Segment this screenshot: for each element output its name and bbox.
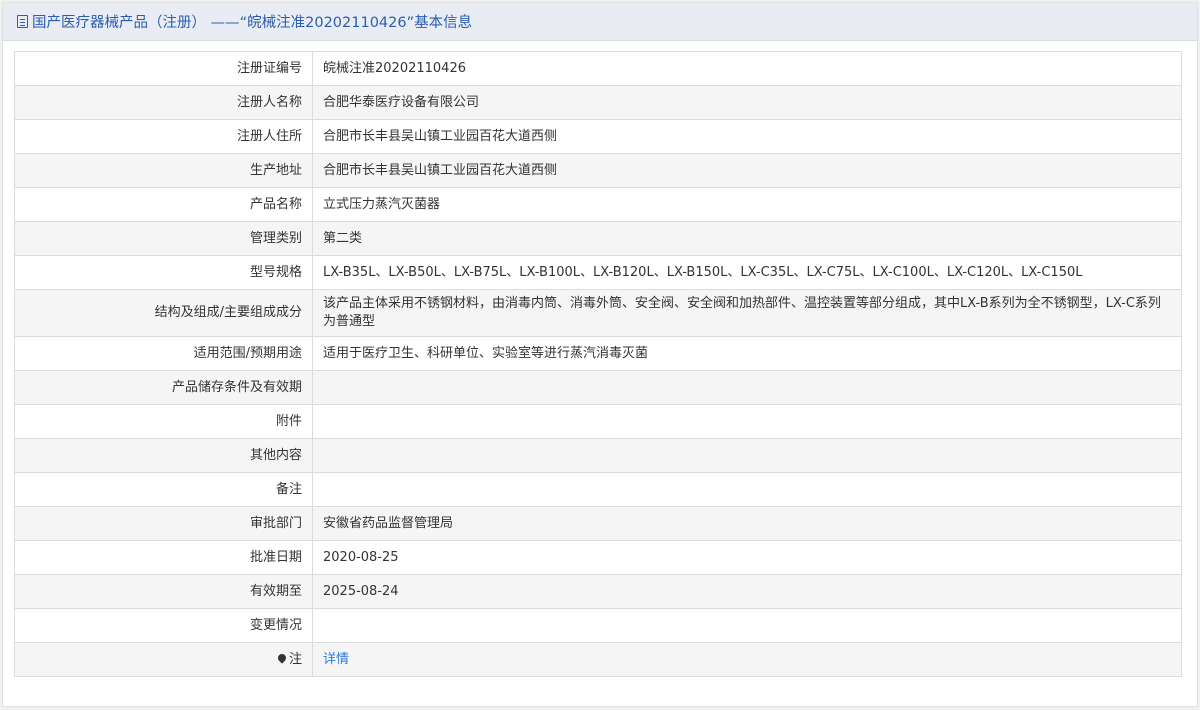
table-row: 附件: [14, 404, 1182, 439]
row-value: 适用于医疗卫生、科研单位、实验室等进行蒸汽消毒灭菌: [312, 336, 1182, 371]
row-label: 附件: [14, 404, 313, 439]
row-value: 第二类: [312, 221, 1182, 256]
row-value: 2020-08-25: [312, 540, 1182, 575]
table-row: 产品储存条件及有效期: [14, 370, 1182, 405]
row-label: 注册人名称: [14, 85, 313, 120]
row-label: 审批部门: [14, 506, 313, 541]
table-row-note: 注 详情: [14, 642, 1182, 677]
row-label: 注册人住所: [14, 119, 313, 154]
basic-info-table: 注册证编号 皖械注准20202110426 注册人名称 合肥华泰医疗设备有限公司…: [14, 51, 1182, 677]
table-row: 审批部门 安徽省药品监督管理局: [14, 506, 1182, 541]
table-row: 注册人住所 合肥市长丰县吴山镇工业园百花大道西侧: [14, 119, 1182, 154]
table-row: 备注: [14, 472, 1182, 507]
table-row: 产品名称 立式压力蒸汽灭菌器: [14, 187, 1182, 222]
row-label: 批准日期: [14, 540, 313, 575]
row-label: 注册证编号: [14, 51, 313, 86]
row-value: 合肥华泰医疗设备有限公司: [312, 85, 1182, 120]
table-row: 其他内容: [14, 438, 1182, 473]
table-row: 生产地址 合肥市长丰县吴山镇工业园百花大道西侧: [14, 153, 1182, 188]
row-value: [312, 404, 1182, 439]
row-label: 变更情况: [14, 608, 313, 643]
table-row: 结构及组成/主要组成成分 该产品主体采用不锈钢材料，由消毒内筒、消毒外筒、安全阀…: [14, 289, 1182, 337]
note-label: 注: [288, 651, 302, 667]
table-row: 批准日期 2020-08-25: [14, 540, 1182, 575]
row-label: 产品储存条件及有效期: [14, 370, 313, 405]
row-label: 管理类别: [14, 221, 313, 256]
row-value: 合肥市长丰县吴山镇工业园百花大道西侧: [312, 153, 1182, 188]
row-label: 生产地址: [14, 153, 313, 188]
row-value: [312, 438, 1182, 473]
table-row: 适用范围/预期用途 适用于医疗卫生、科研单位、实验室等进行蒸汽消毒灭菌: [14, 336, 1182, 371]
table-row: 管理类别 第二类: [14, 221, 1182, 256]
panel-header: 国产医疗器械产品（注册） ——“皖械注准20202110426”基本信息: [3, 3, 1197, 41]
document-icon: [17, 15, 28, 28]
details-link[interactable]: 详情: [323, 652, 349, 667]
row-label: 产品名称: [14, 187, 313, 222]
row-value: 立式压力蒸汽灭菌器: [312, 187, 1182, 222]
pin-icon: [276, 651, 288, 664]
table-row: 型号规格 LX-B35L、LX-B50L、LX-B75L、LX-B100L、LX…: [14, 255, 1182, 290]
row-label: 结构及组成/主要组成成分: [14, 289, 313, 337]
row-value: 皖械注准20202110426: [312, 51, 1182, 86]
table-row: 注册人名称 合肥华泰医疗设备有限公司: [14, 85, 1182, 120]
table-row: 有效期至 2025-08-24: [14, 574, 1182, 609]
row-value: 合肥市长丰县吴山镇工业园百花大道西侧: [312, 119, 1182, 154]
row-value: [312, 472, 1182, 507]
row-label: 注: [14, 642, 313, 677]
table-row: 注册证编号 皖械注准20202110426: [14, 51, 1182, 86]
row-value: 详情: [312, 642, 1182, 677]
row-label: 型号规格: [14, 255, 313, 290]
row-value: [312, 608, 1182, 643]
row-value: [312, 370, 1182, 405]
row-value: 安徽省药品监督管理局: [312, 506, 1182, 541]
table-row: 变更情况: [14, 608, 1182, 643]
row-value: 2025-08-24: [312, 574, 1182, 609]
row-label: 适用范围/预期用途: [14, 336, 313, 371]
row-label: 其他内容: [14, 438, 313, 473]
row-label: 备注: [14, 472, 313, 507]
row-label: 有效期至: [14, 574, 313, 609]
page-title: 国产医疗器械产品（注册） ——“皖械注准20202110426”基本信息: [32, 15, 473, 31]
row-value: 该产品主体采用不锈钢材料，由消毒内筒、消毒外筒、安全阀、安全阀和加热部件、温控装…: [312, 289, 1182, 337]
row-value: LX-B35L、LX-B50L、LX-B75L、LX-B100L、LX-B120…: [312, 255, 1182, 290]
